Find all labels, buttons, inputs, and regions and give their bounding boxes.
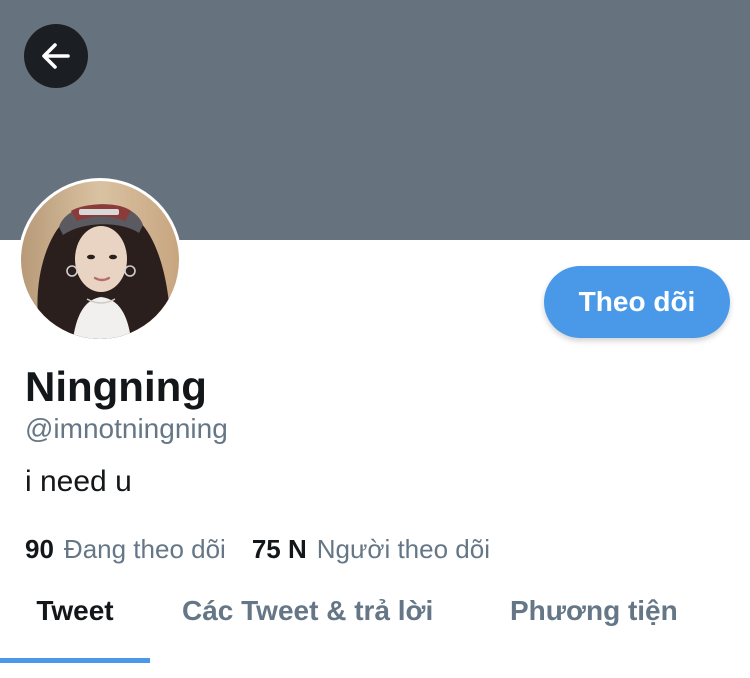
arrow-left-icon	[42, 43, 70, 69]
profile-bio: i need u	[25, 465, 132, 498]
active-tab-indicator	[0, 658, 150, 663]
followers-count[interactable]: 75 N	[252, 534, 307, 565]
tab-media[interactable]: Phương tiện	[480, 584, 678, 664]
following-label[interactable]: Đang theo dõi	[64, 534, 226, 565]
tab-label: Các Tweet & trả lời	[182, 595, 434, 626]
avatar-photo	[21, 181, 179, 339]
tab-tweet[interactable]: Tweet	[0, 584, 150, 664]
profile-tabs: Tweet Các Tweet & trả lời Phương tiện	[0, 584, 750, 664]
followers-label[interactable]: Người theo dõi	[317, 534, 490, 565]
tab-label: Tweet	[36, 595, 114, 626]
back-button[interactable]	[24, 24, 88, 88]
profile-name: Ningning	[25, 363, 207, 410]
following-count[interactable]: 90	[25, 534, 54, 565]
profile-stats: 90 Đang theo dõi 75 N Người theo dõi	[25, 532, 490, 566]
tab-tweets-and-replies[interactable]: Các Tweet & trả lời	[150, 584, 480, 664]
avatar[interactable]	[18, 178, 182, 342]
follow-button[interactable]: Theo dõi	[544, 266, 730, 338]
profile-handle: @imnotningning	[25, 413, 228, 444]
tab-label: Phương tiện	[510, 595, 678, 626]
